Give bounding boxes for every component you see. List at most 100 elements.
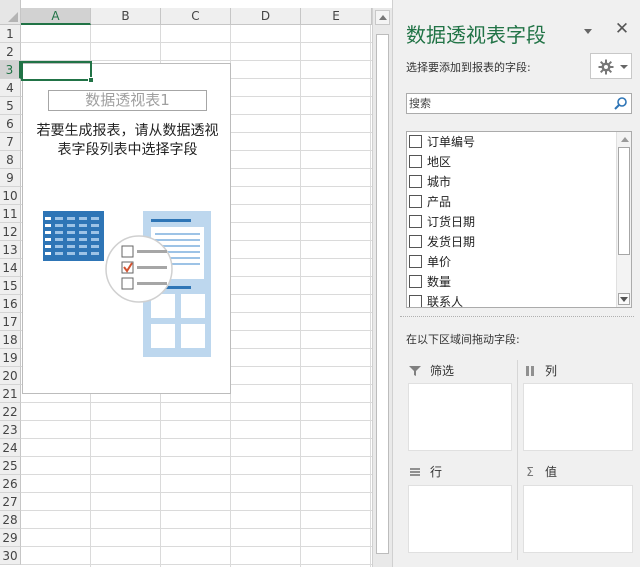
field-list-scrollbar[interactable] xyxy=(616,132,631,307)
gear-icon xyxy=(598,59,614,75)
row-header-19[interactable]: 19 xyxy=(0,349,21,367)
pane-title: 数据透视表字段 xyxy=(406,23,546,47)
search-icon[interactable] xyxy=(613,96,628,111)
pivot-instruction-line-1: 若要生成报表，请从数据透视 xyxy=(36,123,219,139)
row-header-15[interactable]: 15 xyxy=(0,277,21,295)
sigma-icon: Σ xyxy=(526,465,534,479)
chevron-down-icon xyxy=(620,65,628,69)
row-header-5[interactable]: 5 xyxy=(0,97,21,115)
pane-options-dropdown-icon[interactable] xyxy=(581,26,595,36)
pivot-placeholder-illustration xyxy=(43,211,211,357)
row-header-7[interactable]: 7 xyxy=(0,133,21,151)
field-search-box[interactable] xyxy=(406,93,632,114)
field-item-contact[interactable]: 联系人 xyxy=(407,292,617,307)
row-header-4[interactable]: 4 xyxy=(0,79,21,97)
field-item-quantity[interactable]: 数量 xyxy=(407,272,617,292)
select-all-corner[interactable] xyxy=(0,0,21,25)
field-checkbox[interactable] xyxy=(409,275,422,288)
tools-button[interactable] xyxy=(590,53,632,79)
scroll-up-arrow[interactable] xyxy=(375,10,390,25)
column-header-c[interactable]: C xyxy=(161,8,231,25)
pane-divider[interactable] xyxy=(400,316,634,319)
column-headers: A B C D E xyxy=(21,8,372,25)
field-list-scroll-thumb[interactable] xyxy=(618,147,630,255)
row-header-29[interactable]: 29 xyxy=(0,529,21,547)
field-item-order-date[interactable]: 订货日期 xyxy=(407,212,617,232)
filters-drop-zone[interactable] xyxy=(408,383,512,451)
row-header-11[interactable]: 11 xyxy=(0,205,21,223)
row-header-22[interactable]: 22 xyxy=(0,403,21,421)
scroll-down-icon[interactable] xyxy=(618,293,630,305)
row-header-16[interactable]: 16 xyxy=(0,295,21,313)
field-item-region[interactable]: 地区 xyxy=(407,152,617,172)
field-checkbox[interactable] xyxy=(409,255,422,268)
field-label: 地区 xyxy=(427,155,452,169)
field-checkbox[interactable] xyxy=(409,215,422,228)
scrollbar-thumb[interactable] xyxy=(376,34,389,554)
field-item-city[interactable]: 城市 xyxy=(407,172,617,192)
excel-window: A B C D E 1 2 3 4 5 6 7 8 9 10 11 12 13 14 15 16 17 18 19 2… xyxy=(0,0,640,567)
rows-drop-zone[interactable] xyxy=(408,485,512,553)
field-label: 订货日期 xyxy=(427,215,476,229)
values-drop-zone[interactable] xyxy=(523,485,633,553)
row-header-26[interactable]: 26 xyxy=(0,475,21,493)
column-header-b[interactable]: B xyxy=(91,8,161,25)
row-header-30[interactable]: 30 xyxy=(0,547,21,565)
row-header-6[interactable]: 6 xyxy=(0,115,21,133)
row-header-24[interactable]: 24 xyxy=(0,439,21,457)
field-label: 数量 xyxy=(427,275,452,289)
scroll-up-icon[interactable] xyxy=(618,134,630,146)
worksheet: A B C D E 1 2 3 4 5 6 7 8 9 10 11 12 13 14 15 16 17 18 19 2… xyxy=(0,0,372,567)
column-header-d[interactable]: D xyxy=(231,8,301,25)
worksheet-vertical-scrollbar[interactable] xyxy=(372,8,392,567)
filters-area-label: 筛选 xyxy=(430,364,455,378)
field-list: 订单编号 地区 城市 产品 订货日期 发货日期 单价 数量 联系人 xyxy=(406,131,632,308)
field-label: 单价 xyxy=(427,255,452,269)
choose-fields-label: 选择要添加到报表的字段: xyxy=(406,61,531,74)
column-header-a[interactable]: A xyxy=(21,8,91,25)
field-checkbox[interactable] xyxy=(409,195,422,208)
columns-drop-zone[interactable] xyxy=(523,383,633,451)
row-header-10[interactable]: 10 xyxy=(0,187,21,205)
field-label: 订单编号 xyxy=(427,135,476,149)
close-icon[interactable]: ✕ xyxy=(613,20,631,38)
pivot-instruction-line-2: 表字段列表中选择字段 xyxy=(57,142,198,158)
field-item-order-id[interactable]: 订单编号 xyxy=(407,132,617,152)
row-header-1[interactable]: 1 xyxy=(0,25,21,43)
row-header-25[interactable]: 25 xyxy=(0,457,21,475)
values-area-label: 值 xyxy=(545,465,558,479)
row-header-8[interactable]: 8 xyxy=(0,151,21,169)
pivot-fields-pane: 数据透视表字段 ✕ 选择要添加到报表的字段: 搜索 订单编号 地区 城市 产品 … xyxy=(392,0,640,567)
pivot-table-name: 数据透视表1 xyxy=(48,90,207,111)
row-header-13[interactable]: 13 xyxy=(0,241,21,259)
values-area-header: Σ 值 xyxy=(523,463,623,483)
row-header-12[interactable]: 12 xyxy=(0,223,21,241)
field-checkbox[interactable] xyxy=(409,135,422,148)
row-header-17[interactable]: 17 xyxy=(0,313,21,331)
columns-icon xyxy=(526,366,534,376)
field-checkbox[interactable] xyxy=(409,175,422,188)
row-header-28[interactable]: 28 xyxy=(0,511,21,529)
filters-area-header: 筛选 xyxy=(408,362,508,382)
column-header-e[interactable]: E xyxy=(301,8,372,25)
fill-handle[interactable] xyxy=(88,77,94,83)
row-header-20[interactable]: 20 xyxy=(0,367,21,385)
field-item-product[interactable]: 产品 xyxy=(407,192,617,212)
row-header-21[interactable]: 21 xyxy=(0,385,21,403)
row-header-2[interactable]: 2 xyxy=(0,43,21,61)
row-header-23[interactable]: 23 xyxy=(0,421,21,439)
field-checkbox[interactable] xyxy=(409,235,422,248)
rows-area-header: 行 xyxy=(408,463,508,483)
row-header-14[interactable]: 14 xyxy=(0,259,21,277)
row-header-27[interactable]: 27 xyxy=(0,493,21,511)
pivot-table-placeholder[interactable]: 数据透视表1 若要生成报表，请从数据透视 表字段列表中选择字段 xyxy=(22,63,231,394)
row-header-18[interactable]: 18 xyxy=(0,331,21,349)
active-cell-a3[interactable] xyxy=(21,61,94,83)
row-header-3[interactable]: 3 xyxy=(0,61,21,79)
field-item-unit-price[interactable]: 单价 xyxy=(407,252,617,272)
field-checkbox[interactable] xyxy=(409,155,422,168)
row-header-9[interactable]: 9 xyxy=(0,169,21,187)
field-checkbox[interactable] xyxy=(409,295,422,307)
field-item-ship-date[interactable]: 发货日期 xyxy=(407,232,617,252)
search-input[interactable] xyxy=(409,95,609,112)
